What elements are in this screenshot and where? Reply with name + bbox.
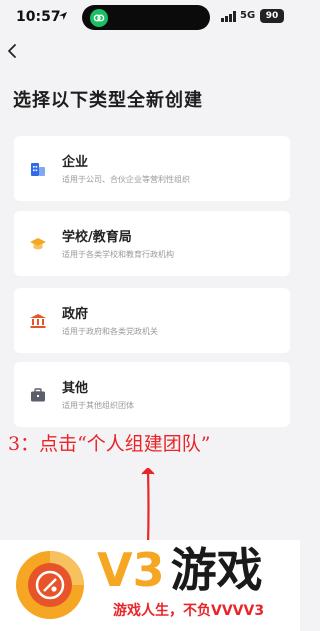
watermark-brand: V3 游戏 [97,542,263,598]
location-arrow-icon [59,12,67,20]
watermark-slogan: 游戏人生，不负VVVV3 [113,603,265,619]
signal-icon [221,11,236,22]
option-card-school[interactable]: 学校/教育局 适用于各类学校和教育行政机构 [14,211,290,276]
annotation-arrow-icon [141,468,155,548]
option-description: 适用于其他组织团体 [62,401,134,410]
building-icon [31,163,45,176]
option-card-enterprise[interactable]: 企业 适用于公司、合伙企业等营利性组织 [14,136,290,201]
option-card-government[interactable]: 政府 适用于政府和各类党政机关 [14,288,290,353]
tutorial-annotation: 3：点击“个人组建团队” [8,433,211,455]
option-title: 政府 [62,307,89,322]
graduation-cap-icon [30,238,46,250]
status-time: 10:57 [16,9,61,25]
government-icon [30,314,46,328]
option-description: 适用于政府和各类党政机关 [62,327,158,336]
watermark-banner: V3 游戏 游戏人生，不负VVVV3 [0,540,300,631]
option-title: 其他 [62,381,89,396]
back-chevron-icon[interactable] [4,42,22,60]
network-label: 5G [240,10,256,21]
watermark-brand-game: 游戏 [170,543,263,597]
briefcase-icon [31,388,45,402]
option-title: 学校/教育局 [62,230,132,245]
option-card-other[interactable]: 其他 适用于其他组织团体 [14,362,290,427]
page-title: 选择以下类型全新创建 [13,90,203,111]
wechat-work-icon [90,9,108,27]
status-bar: 10:57 5G 90 [0,0,300,34]
option-description: 适用于各类学校和教育行政机构 [62,250,174,259]
dynamic-island [82,5,210,30]
option-description: 适用于公司、合伙企业等营利性组织 [62,175,190,184]
watermark-brand-v3: V3 [97,543,165,597]
option-title: 企业 [62,155,89,170]
battery-icon: 90 [260,9,284,23]
v3-logo-icon [16,551,84,619]
